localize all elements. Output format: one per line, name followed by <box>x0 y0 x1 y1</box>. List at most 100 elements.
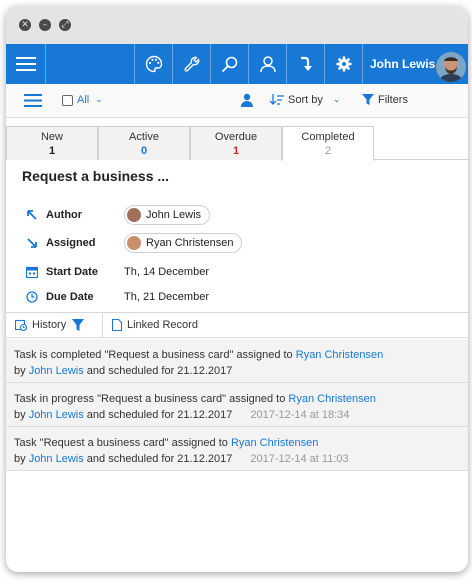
author-chip[interactable]: John Lewis <box>124 205 211 225</box>
tab-completed[interactable]: Completed 2 <box>282 126 374 161</box>
task-title: Request a business ... <box>22 168 170 184</box>
sort-by-button[interactable]: Sort by ⌄ <box>270 94 340 106</box>
history-icon <box>15 319 27 331</box>
avatar-image <box>436 52 466 82</box>
select-all-control[interactable]: All ⌄ <box>62 94 103 106</box>
history-entry-schedule: and scheduled for 21.12.2017 <box>83 453 233 465</box>
avatar <box>127 208 141 222</box>
user-icon <box>259 56 276 73</box>
filters-button[interactable]: Filters <box>362 94 408 106</box>
history-entry: Task in progress "Request a business car… <box>6 383 468 427</box>
linked-record-tab[interactable]: Linked Record <box>112 319 198 331</box>
tools-button[interactable] <box>173 44 211 84</box>
author-name: John Lewis <box>146 209 202 221</box>
history-entry-line2: by John Lewis and scheduled for 21.12.20… <box>14 363 468 379</box>
history-entry-text: Task in progress "Request a business car… <box>14 393 289 405</box>
search-button[interactable] <box>211 44 249 84</box>
assignee-chip[interactable]: Ryan Christensen <box>124 233 243 253</box>
history-entry-line1: Task "Request a business card" assigned … <box>14 435 468 451</box>
history-filter-button[interactable] <box>72 319 84 335</box>
history-entry-by: by <box>14 365 29 377</box>
funnel-icon <box>72 319 84 331</box>
sort-icon <box>270 94 284 105</box>
history-entry-line1: Task in progress "Request a business car… <box>14 391 468 407</box>
person-icon <box>241 93 253 107</box>
assignee-link[interactable]: Ryan Christensen <box>288 393 375 405</box>
history-entry-text: Task is completed "Request a business ca… <box>14 349 296 361</box>
assigned-field: Assigned Ryan Christensen <box>26 233 243 253</box>
avatar <box>127 236 141 250</box>
select-all-label: All <box>77 94 90 106</box>
calendar-icon <box>26 266 38 278</box>
settings-button[interactable] <box>325 44 363 84</box>
clock-icon <box>26 291 38 303</box>
document-icon <box>112 319 122 331</box>
minimize-icon[interactable]: – <box>39 19 51 31</box>
list-menu-button[interactable] <box>24 94 42 110</box>
chevron-down-icon[interactable]: ⌄ <box>333 95 341 105</box>
user-button[interactable] <box>249 44 287 84</box>
history-entry-line2: by John Lewis and scheduled for 21.12.20… <box>14 451 468 467</box>
author-link[interactable]: John Lewis <box>29 409 84 421</box>
tab-count: 0 <box>140 145 148 157</box>
history-entry: Task "Request a business card" assigned … <box>6 427 468 471</box>
tab-new[interactable]: New 1 <box>6 126 98 160</box>
history-entry-line2: by John Lewis and scheduled for 21.12.20… <box>14 407 468 423</box>
sort-by-label: Sort by <box>288 94 323 106</box>
tab-count: 1 <box>232 145 240 157</box>
select-all-checkbox[interactable] <box>62 94 73 106</box>
tab-label: New <box>40 131 63 143</box>
assignee-link[interactable]: Ryan Christensen <box>231 437 318 449</box>
due-date-label: Due Date <box>46 291 94 303</box>
menu-button[interactable] <box>6 44 46 84</box>
history-label: History <box>32 319 67 331</box>
start-date-value: Th, 14 December <box>124 266 209 278</box>
tab-count: 1 <box>48 145 56 157</box>
history-entry-line1: Task is completed "Request a business ca… <box>14 347 468 363</box>
palette-icon <box>145 55 162 73</box>
chevron-down-icon[interactable]: ⌄ <box>95 95 103 105</box>
history-entry-by: by <box>14 409 29 421</box>
assignee-filter-button[interactable] <box>240 93 254 110</box>
history-entry: Task is completed "Request a business ca… <box>6 339 468 383</box>
gear-icon <box>336 56 351 72</box>
window-titlebar: ✕ – ⤢ <box>6 6 468 44</box>
tab-overdue[interactable]: Overdue 1 <box>190 126 282 160</box>
arrow-up-left-icon <box>27 210 37 220</box>
tab-label: Overdue <box>214 131 258 143</box>
history-entry-by: by <box>14 453 29 465</box>
history-entry-schedule: and scheduled for 21.12.2017 <box>83 365 233 377</box>
tab-active[interactable]: Active 0 <box>98 126 190 160</box>
list-toolbar: All ⌄ Sort by ⌄ Filters <box>6 84 468 118</box>
history-toolbar: History Linked Record <box>6 312 468 338</box>
tab-label: Active <box>129 131 159 143</box>
menu-icon <box>15 57 36 71</box>
app-window: ✕ – ⤢ John Lewis All ⌄ Sort by ⌄ Filters… <box>6 6 468 572</box>
user-name: John Lewis <box>370 57 436 71</box>
assignee-name: Ryan Christensen <box>146 237 234 249</box>
history-tab[interactable]: History <box>15 319 66 331</box>
close-icon[interactable]: ✕ <box>19 19 31 31</box>
avatar[interactable] <box>436 52 466 82</box>
due-date-value: Th, 21 December <box>124 291 209 303</box>
linked-record-label: Linked Record <box>127 319 198 331</box>
due-date-field: Due Date Th, 21 December <box>26 287 209 307</box>
tab-label: Completed <box>301 131 355 143</box>
appbar-spacer <box>46 44 135 84</box>
history-timestamp: 2017-12-14 at 11:03 <box>250 453 349 465</box>
palette-button[interactable] <box>135 44 173 84</box>
author-link[interactable]: John Lewis <box>29 453 84 465</box>
restore-icon[interactable]: ⤢ <box>59 19 71 31</box>
search-icon <box>221 56 237 72</box>
start-date-label: Start Date <box>46 266 98 278</box>
author-link[interactable]: John Lewis <box>29 365 84 377</box>
history-entry-text: Task "Request a business card" assigned … <box>14 437 231 449</box>
assignee-link[interactable]: Ryan Christensen <box>296 349 383 361</box>
app-header: John Lewis <box>6 44 468 84</box>
history-timestamp: 2017-12-14 at 18:34 <box>250 409 350 421</box>
divider <box>102 313 103 337</box>
redirect-icon <box>300 56 312 71</box>
filters-label: Filters <box>378 94 408 106</box>
redirect-button[interactable] <box>287 44 325 84</box>
arrow-down-right-icon <box>27 238 37 248</box>
